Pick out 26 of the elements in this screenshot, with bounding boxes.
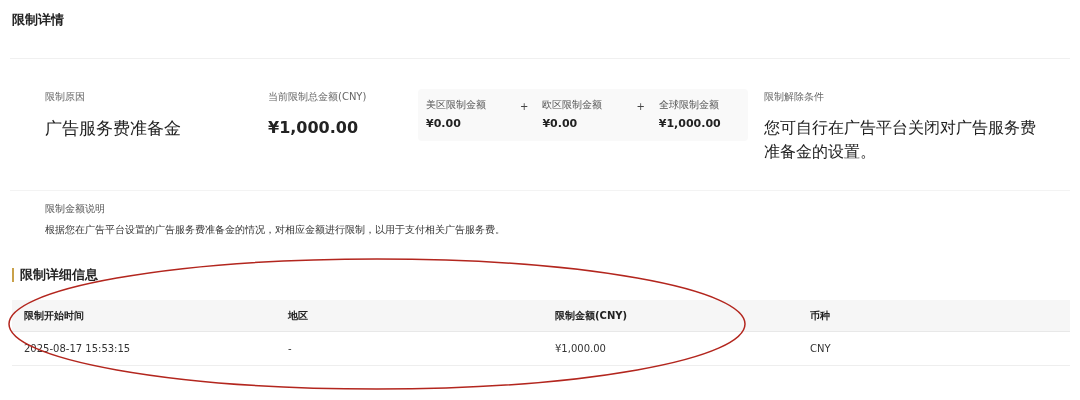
column-header: 限制开始时间 xyxy=(23,309,85,323)
region-amount: ¥0.00 xyxy=(426,116,462,132)
page-title: 限制详情 xyxy=(11,11,65,29)
field-label: 当前限制总金额(CNY) xyxy=(268,90,368,104)
table-cell-text: CNY xyxy=(809,342,832,356)
field-label: 限制原因 xyxy=(45,90,86,104)
section-title: 限制详细信息 xyxy=(20,266,98,285)
field-value: ¥1,000.00 xyxy=(268,117,360,139)
field-label: 限制解除条件 xyxy=(764,90,825,104)
description-text: 根据您在广告平台设置的广告服务费准备金的情况，对相应金额进行限制，以用于支付相关广告服务费。 xyxy=(45,223,506,237)
accent-bar xyxy=(12,268,14,282)
region-label: 美区限制金额 xyxy=(426,98,487,112)
plus-sign: + xyxy=(520,100,529,114)
column-header: 币种 xyxy=(809,309,831,323)
column-header: 限制金额(CNY) xyxy=(554,309,629,323)
column-header: 地区 xyxy=(287,309,309,323)
region-label: 欧区限制金额 xyxy=(542,98,604,112)
region-amount: ¥0.00 xyxy=(542,116,579,132)
region-amount: ¥1,000.00 xyxy=(658,116,722,132)
table-cell-text: - xyxy=(287,342,293,356)
plus-sign: + xyxy=(636,100,645,114)
field-value: 广告服务费准备金 xyxy=(45,117,182,140)
field-value: 您可自行在广告平台关闭对广告服务费准备金的设置。 xyxy=(764,117,1037,163)
region-label: 全球限制金额 xyxy=(658,98,720,112)
table-cell-text: ¥1,000.00 xyxy=(554,342,607,356)
section-label: 限制金额说明 xyxy=(44,202,106,216)
